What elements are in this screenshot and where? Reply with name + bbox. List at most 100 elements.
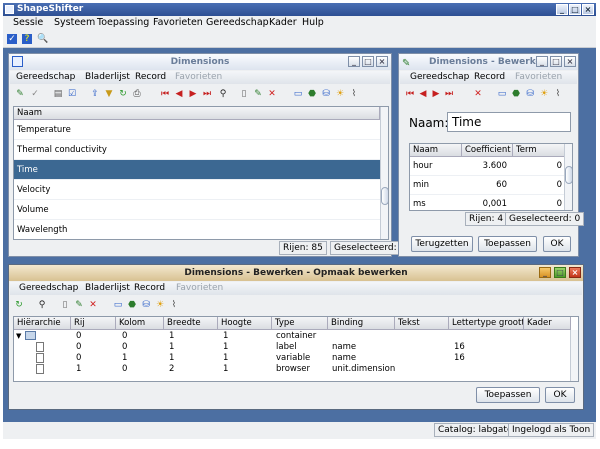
layout-scrollbar[interactable] [570,330,578,381]
name-input[interactable]: Time [447,112,571,132]
menu-favorieten[interactable]: Favorieten [175,72,222,82]
print-icon[interactable]: ⎙ [132,89,142,99]
delete-icon[interactable]: ✕ [473,89,483,99]
scrollbar-thumb[interactable] [381,187,388,205]
table-row[interactable]: ms 0,001 0 [410,195,565,210]
form-icon[interactable]: ▤ [53,89,63,99]
export-icon[interactable]: ⇪ [90,89,100,99]
column-header-hoogte[interactable]: Hoogte [218,317,272,330]
database-icon[interactable]: ⛁ [525,89,535,99]
minimize-button[interactable]: _ [539,267,551,278]
next-record-icon[interactable]: ▶ [431,89,441,99]
refresh-icon[interactable]: ↻ [14,300,24,310]
attachment-icon[interactable]: ⌇ [169,300,179,310]
monitor-icon[interactable]: ▭ [113,300,123,310]
menu-record[interactable]: Record [474,72,505,82]
previous-record-icon[interactable]: ◀ [418,89,428,99]
window-edit-titlebar[interactable]: ✎ Dimensions - Bewerken _ □ × [399,54,578,70]
maximize-button[interactable]: □ [554,267,566,278]
ok-button[interactable]: OK [545,387,575,403]
plugin-icon[interactable]: ⬣ [307,89,317,99]
menu-gereedschap[interactable]: Gereedschap [19,283,78,293]
column-header-kolom[interactable]: Kolom [116,317,164,330]
menu-favorieten[interactable]: Favorieten [153,17,203,28]
check-icon[interactable]: ✓ [30,89,40,99]
dimensions-scrollbar[interactable] [380,107,388,239]
menu-hulp[interactable]: Hulp [302,17,324,28]
table-row[interactable]: 0 1 1 1 variable name 16 [14,353,571,364]
menu-favorieten[interactable]: Favorieten [176,283,223,293]
database-icon[interactable]: ⛁ [141,300,151,310]
column-header-naam[interactable]: Naam [14,107,380,120]
attachment-icon[interactable]: ⌇ [553,89,563,99]
table-row[interactable]: Temperature [14,120,380,140]
database-icon[interactable]: ⛁ [321,89,331,99]
close-button[interactable]: × [569,267,581,278]
menu-gereedschap[interactable]: Gereedschap [206,17,269,28]
monitor-icon[interactable]: ▭ [497,89,507,99]
first-record-icon[interactable]: ⏮ [160,89,170,99]
plugin-icon[interactable]: ⬣ [127,300,137,310]
menu-record[interactable]: Record [134,283,165,293]
menu-gereedschap[interactable]: Gereedschap [410,72,469,82]
expand-arrow-icon[interactable]: ▼ [16,331,21,342]
menu-sessie[interactable]: Sessie [13,17,43,28]
minimize-button[interactable]: _ [348,56,360,67]
plugin-icon[interactable]: ⬣ [511,89,521,99]
binoculars-icon[interactable]: ⚲ [37,300,47,310]
units-scrollbar[interactable] [564,144,572,210]
column-header-tekst[interactable]: Tekst [395,317,449,330]
sun-icon[interactable]: ☀ [539,89,549,99]
minimize-button[interactable]: _ [556,4,568,15]
refresh-icon[interactable]: ↻ [118,89,128,99]
menu-toepassing[interactable]: Toepassing [97,17,149,28]
new-document-icon[interactable]: ▯ [60,300,70,310]
apply-button[interactable]: Toepassen [478,236,537,252]
binoculars-icon[interactable]: ⚲ [218,89,228,99]
column-header-lettertype-grootte[interactable]: Lettertype grootte [449,317,524,330]
menu-gereedschap[interactable]: Gereedschap [16,72,75,82]
first-record-icon[interactable]: ⏮ [405,89,415,99]
minimize-button[interactable]: _ [536,56,548,67]
table-row[interactable]: 1 0 2 1 browser unit.dimension [14,364,571,375]
close-button[interactable]: × [376,56,388,67]
close-button[interactable]: × [564,56,576,67]
pencil-icon[interactable]: ✎ [15,89,25,99]
checkbox-icon[interactable]: ✓ [7,34,17,44]
previous-record-icon[interactable]: ◀ [174,89,184,99]
window-layout-titlebar[interactable]: Dimensions - Bewerken - Opmaak bewerken … [9,265,583,281]
search-icon[interactable]: 🔍 [37,34,48,44]
table-row[interactable]: Volume [14,200,380,220]
menu-systeem[interactable]: Systeem [54,17,95,28]
filter-icon[interactable]: ▼ [104,89,114,99]
column-header-rij[interactable]: Rij [71,317,116,330]
column-header-type[interactable]: Type [272,317,328,330]
column-header-breedte[interactable]: Breedte [164,317,218,330]
new-document-icon[interactable]: ▯ [239,89,249,99]
table-row[interactable]: Time [14,160,380,180]
menu-bladerlijst[interactable]: Bladerlijst [85,283,130,293]
column-header-binding[interactable]: Binding [328,317,395,330]
maximize-button[interactable]: □ [550,56,562,67]
column-header-naam[interactable]: Naam [410,144,462,157]
maximize-button[interactable]: □ [362,56,374,67]
delete-icon[interactable]: ✕ [267,89,277,99]
monitor-icon[interactable]: ▭ [293,89,303,99]
column-header-term[interactable]: Term [513,144,565,157]
table-row[interactable]: 0 0 1 1 label name 16 [14,342,571,353]
table-row[interactable]: ▼ 0 0 1 1 container [14,331,571,342]
menu-record[interactable]: Record [135,72,166,82]
apply-button[interactable]: Toepassen [476,387,540,403]
column-header-coefficient[interactable]: Coefficient [462,144,513,157]
menu-bladerlijst[interactable]: Bladerlijst [85,72,130,82]
window-dimensions-titlebar[interactable]: Dimensions _ □ × [9,54,391,70]
delete-icon[interactable]: ✕ [88,300,98,310]
column-header-hierarchie[interactable]: Hiërarchie [14,317,71,330]
sun-icon[interactable]: ☀ [155,300,165,310]
help-icon[interactable]: ? [22,34,32,44]
attachment-icon[interactable]: ⌇ [349,89,359,99]
next-record-icon[interactable]: ▶ [188,89,198,99]
scrollbar-thumb[interactable] [565,166,572,184]
menu-kader[interactable]: Kader [269,17,297,28]
reset-button[interactable]: Terugzetten [411,236,473,252]
